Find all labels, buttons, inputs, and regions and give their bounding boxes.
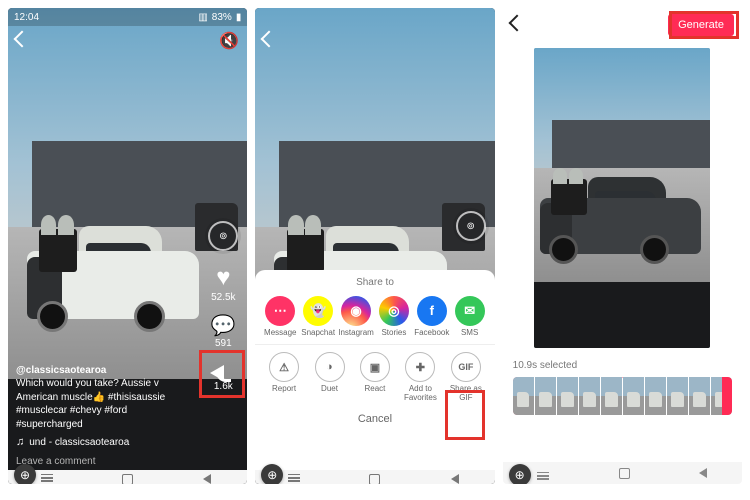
instagram-icon: ◉ [341,296,371,326]
author-ring[interactable]: ⊚ [453,208,489,244]
share-app-label: Instagram [338,329,374,337]
share-app-facebook[interactable]: f Facebook [415,296,449,337]
recents-button[interactable] [41,474,55,480]
snapchat-icon: 👻 [303,296,333,326]
share-app-label: Stories [381,329,406,337]
recents-button[interactable] [537,472,549,474]
share-action-duet[interactable]: ◑ Duet [313,352,347,402]
zoom-icon[interactable]: ⊕ [14,464,36,484]
battery-icon: ▮ [236,12,242,23]
recents-button[interactable] [288,474,302,480]
share-app-snapchat[interactable]: 👻 Snapchat [301,296,335,337]
comment-count: 591 [211,338,236,349]
android-nav [255,470,494,484]
share-app-label: Snapchat [301,329,335,337]
logo-icon: ⊚ [208,221,238,251]
share-app-stories[interactable]: ◎ Stories [377,296,411,337]
react-icon: ▣ [360,352,390,382]
share-app-instagram[interactable]: ◉ Instagram [339,296,373,337]
phone-gif-editor: Generate 10.9s selected ⊕ [503,8,742,484]
mute-icon[interactable]: 🔇 [219,31,239,51]
timeline-strip[interactable] [513,377,732,415]
sms-icon: ✉ [455,296,485,326]
home-button[interactable] [121,474,135,480]
share-row-apps: ⋯ Message 👻 Snapchat ◉ Instagram ◎ Stories f Face… [255,292,494,341]
caption-line: #musclecar #chevy #ford #supercharged [16,404,191,431]
comment-button[interactable]: 💬 591 [211,313,236,349]
battery-text: 83% [212,12,232,23]
author-handle[interactable]: @classicsaotearoa [16,364,191,378]
zoom-icon[interactable]: ⊕ [261,464,283,484]
back-icon[interactable] [263,32,275,50]
share-app-label: Message [264,329,296,337]
highlight-share [199,350,245,398]
share-action-label: Duet [321,385,338,393]
report-icon: ⚠ [269,352,299,382]
share-action-label: Report [272,385,296,393]
video-car [27,208,199,332]
gif-preview [534,48,710,348]
share-title: Share to [255,270,494,292]
back-button[interactable] [699,468,707,478]
status-time: 12:04 [14,12,39,23]
sound-row[interactable]: ♫ und - classicsaotearoa [16,435,191,450]
home-button[interactable] [619,468,630,479]
share-action-react[interactable]: ▣ React [358,352,392,402]
status-bar: 12:04 ▥ 83% ▮ [8,8,247,26]
share-app-message[interactable]: ⋯ Message [263,296,297,337]
video-caption: @classicsaotearoa Which would you take? … [16,364,191,450]
logo-icon: ⊚ [456,211,486,241]
caption-line: Which would you take? Aussie v [16,377,191,391]
share-action-add-to-favorites[interactable]: ✚ Add to Favorites [403,352,437,402]
facebook-icon: f [417,296,447,326]
back-icon[interactable] [511,16,523,34]
back-button[interactable] [448,474,462,480]
message-icon: ⋯ [265,296,295,326]
android-nav [503,462,742,484]
like-count: 52.5k [211,292,235,303]
highlight-share-as-gif [445,390,485,440]
share-action-label: React [365,385,386,393]
stories-icon: ◎ [379,296,409,326]
share-action-label: Add to Favorites [403,385,437,402]
share-as-gif-icon: GIF [451,352,481,382]
music-note-icon: ♫ [16,435,24,450]
share-app-sms[interactable]: ✉ SMS [453,296,487,337]
share-app-label: SMS [461,329,478,337]
duration-selected: 10.9s selected [513,360,732,371]
share-action-report[interactable]: ⚠ Report [267,352,301,402]
trim-handle-right[interactable] [722,377,732,415]
highlight-generate [669,11,739,39]
phone-share-sheet: ⊚ Share to ⋯ Message 👻 Snapchat ◉ Instagram ◎ S… [255,8,494,484]
home-button[interactable] [368,474,382,480]
back-icon[interactable] [16,32,28,50]
zoom-icon[interactable]: ⊕ [509,464,531,484]
heart-icon: ♥ [211,264,235,292]
caption-line: American muscle👍 #thisisaussie [16,391,191,405]
add-to-favorites-icon: ✚ [405,352,435,382]
author-ring[interactable]: ⊚ [205,218,241,254]
share-app-label: Facebook [414,329,449,337]
android-nav [8,470,247,484]
comment-icon: 💬 [211,313,236,338]
phone-tiktok-feed: 12:04 ▥ 83% ▮ 🔇 ⊚ ♥ 52.5k 💬 591 1.6k @cl… [8,8,247,484]
like-button[interactable]: ♥ 52.5k [211,264,235,303]
back-button[interactable] [200,474,214,480]
duet-icon: ◑ [315,352,345,382]
signal-icon: ▥ [198,12,207,23]
sound-text: und - classicsaotearoa [29,436,129,450]
